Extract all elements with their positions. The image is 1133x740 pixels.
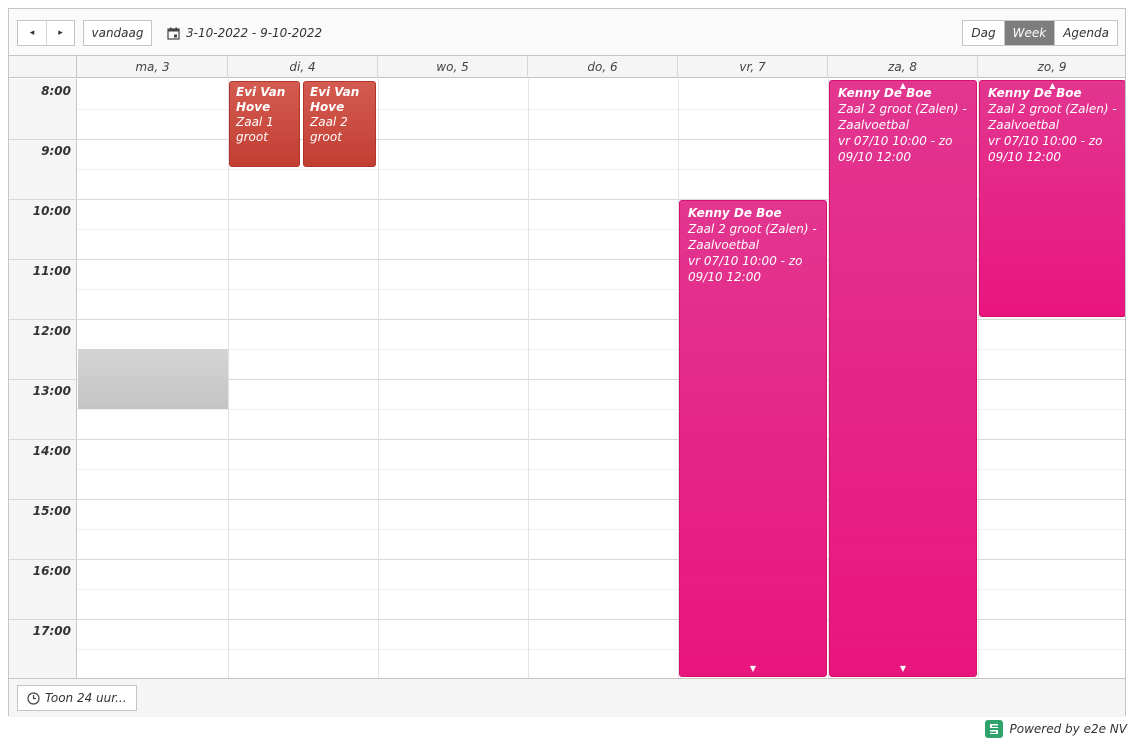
day-header-thu: do, 6	[528, 56, 678, 78]
next-arrow-icon[interactable]: ▸	[45, 21, 74, 45]
hour-divider	[9, 619, 77, 620]
time-grid[interactable]: 8:00 9:00 10:00 11:00 12:00 13:00 14:00 …	[9, 79, 1125, 678]
continues-down-icon: ▼	[749, 664, 757, 673]
event-title: Evi Van Hove	[310, 85, 360, 114]
day-header-fri: vr, 7	[678, 56, 828, 78]
show-24-hours-label: Toon 24 uur...	[45, 691, 127, 705]
hour-divider	[9, 319, 77, 320]
hour-divider	[9, 379, 77, 380]
powered-by-label: Powered by e2e NV	[1009, 722, 1127, 736]
hour-divider	[9, 559, 77, 560]
event-detail: Zaal 2 groot	[310, 115, 348, 144]
time-label: 11:00	[32, 264, 71, 278]
day-divider	[228, 79, 229, 678]
event-kenny-de-boe-sun[interactable]: ▲ Kenny De Boe Zaal 2 groot (Zalen) - Za…	[979, 80, 1125, 317]
hour-divider	[9, 499, 77, 500]
event-detail: 09/10 12:00	[838, 150, 911, 164]
prev-arrow-icon[interactable]: ◂	[18, 21, 46, 45]
toolbar: ◂ ▸ vandaag 3-10-2022 - 9-10-2022 Dag We…	[9, 9, 1125, 56]
event-title: Kenny De Boe	[688, 206, 782, 220]
event-detail: Zaalvoetbal	[838, 118, 910, 132]
event-detail: Zaal 1 groot	[236, 115, 274, 144]
day-header-mon: ma, 3	[78, 56, 228, 78]
event-detail: 09/10 12:00	[688, 270, 761, 284]
event-evi-van-hove-zaal-1[interactable]: Evi Van Hove Zaal 1 groot	[229, 81, 300, 167]
continues-down-icon: ▼	[899, 664, 907, 673]
event-kenny-de-boe-sat[interactable]: ▲ Kenny De Boe Zaal 2 groot (Zalen) - Za…	[829, 80, 977, 677]
date-range-label: 3-10-2022 - 9-10-2022	[186, 26, 323, 40]
hour-divider	[9, 199, 77, 200]
view-dag-button[interactable]: Dag	[963, 21, 1003, 45]
time-label: 10:00	[32, 204, 71, 218]
scheduler: ◂ ▸ vandaag 3-10-2022 - 9-10-2022 Dag We…	[8, 8, 1126, 717]
date-range-picker[interactable]: 3-10-2022 - 9-10-2022	[167, 20, 322, 46]
view-agenda-button[interactable]: Agenda	[1054, 21, 1117, 45]
powered-by[interactable]: Powered by e2e NV	[984, 718, 1127, 740]
event-detail: Zaalvoetbal	[688, 238, 760, 252]
day-header-sat: za, 8	[828, 56, 978, 78]
day-header-tue: di, 4	[228, 56, 378, 78]
event-detail: Zaal 2 groot (Zalen) -	[688, 222, 817, 236]
time-label: 17:00	[32, 624, 71, 638]
today-button[interactable]: vandaag	[83, 20, 152, 46]
hour-divider	[9, 259, 77, 260]
clock-icon	[27, 691, 40, 705]
day-divider	[378, 79, 379, 678]
event-title: Evi Van Hove	[236, 85, 286, 114]
event-detail: 09/10 12:00	[988, 150, 1061, 164]
time-label: 16:00	[32, 564, 71, 578]
unavailable-slot	[78, 349, 228, 409]
show-24-hours-button[interactable]: Toon 24 uur...	[17, 685, 137, 711]
day-header-sun: zo, 9	[1037, 60, 1067, 74]
view-switcher: Dag Week Agenda	[962, 20, 1118, 46]
time-label: 13:00	[32, 384, 71, 398]
header-corner	[9, 56, 77, 78]
view-week-button[interactable]: Week	[1003, 21, 1055, 45]
event-detail: Zaalvoetbal	[988, 118, 1060, 132]
event-detail: Zaal 2 groot (Zalen) -	[838, 102, 967, 116]
event-detail: vr 07/10 10:00 - zo	[688, 254, 803, 268]
footer: Toon 24 uur...	[9, 678, 1125, 717]
day-header-wed: wo, 5	[378, 56, 528, 78]
event-detail: vr 07/10 10:00 - zo	[988, 134, 1103, 148]
calendar-icon	[167, 27, 180, 40]
continues-up-icon: ▲	[1049, 81, 1056, 90]
event-evi-van-hove-zaal-2[interactable]: Evi Van Hove Zaal 2 groot	[303, 81, 376, 167]
hour-divider	[9, 139, 77, 140]
time-label: 12:00	[32, 324, 71, 338]
continues-up-icon: ▲	[899, 81, 907, 90]
hour-divider	[9, 439, 77, 440]
day-header-row: ma, 3 di, 4 wo, 5 do, 6 vr, 7 za, 8 zo, …	[9, 56, 1125, 78]
time-label: 14:00	[32, 444, 71, 458]
time-label: 15:00	[32, 504, 71, 518]
nav-arrows: ◂ ▸	[17, 20, 75, 46]
event-kenny-de-boe-fri[interactable]: Kenny De Boe Zaal 2 groot (Zalen) - Zaal…	[679, 200, 827, 677]
event-detail: Zaal 2 groot (Zalen) -	[988, 102, 1117, 116]
e2e-logo-icon	[984, 720, 1003, 738]
day-divider	[528, 79, 529, 678]
time-label: 8:00	[41, 84, 71, 98]
time-label: 9:00	[41, 144, 71, 158]
event-detail: vr 07/10 10:00 - zo	[838, 134, 953, 148]
